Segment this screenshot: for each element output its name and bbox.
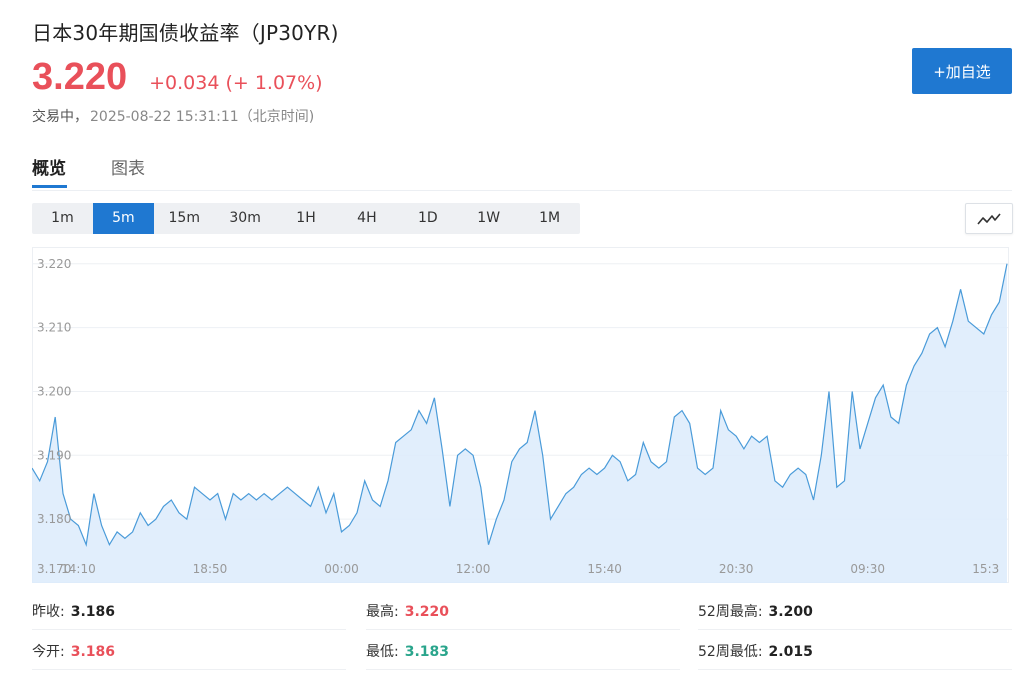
status-label: 交易中， — [32, 109, 88, 125]
stat-value: 2.015 — [768, 644, 813, 660]
interval-4h[interactable]: 4H — [336, 203, 397, 234]
stat-label: 52周最高: — [698, 604, 763, 620]
stat-open: 今开: 3.186 — [32, 641, 115, 661]
price-chart[interactable]: 3.220 3.210 3.200 3.190 3.180 3.170 14:10 18:5… — [32, 247, 1012, 583]
stat-high: 最高: 3.220 — [366, 601, 449, 621]
stat-label: 昨收: — [32, 604, 65, 620]
x-tick-label: 15:40 — [587, 562, 622, 576]
interval-selector: 1m 5m 15m 30m 1H 4H 1D 1W 1M — [32, 203, 580, 234]
interval-1h[interactable]: 1H — [276, 203, 337, 234]
x-tick-label: 14:10 — [61, 562, 96, 576]
price-chart-svg: 3.2203.2103.2003.1903.1803.170 14:10 18:5… — [32, 247, 1009, 583]
y-tick-label: 3.210 — [37, 321, 71, 335]
interval-1mo[interactable]: 1M — [519, 203, 580, 234]
x-tick-label: 20:30 — [719, 562, 754, 576]
instrument-title: 日本30年期国债收益率（JP30YR) — [32, 21, 339, 45]
interval-1d[interactable]: 1D — [397, 203, 458, 234]
stat-low: 最低: 3.183 — [366, 641, 449, 661]
active-tab-indicator — [32, 185, 67, 188]
tab-chart[interactable]: 图表 — [111, 154, 145, 179]
x-tick-label: 00:00 — [324, 562, 359, 576]
chart-type-button[interactable] — [965, 203, 1013, 234]
stat-value: 3.200 — [768, 604, 813, 620]
quote-row: 3.220 +0.034 (+ 1.07%) — [32, 56, 323, 100]
x-tick-label: 12:00 — [456, 562, 491, 576]
stat-label: 最高: — [366, 604, 399, 620]
stat-prev-close: 昨收: 3.186 — [32, 601, 115, 621]
quote-timestamp: 2025-08-22 15:31:11（北京时间) — [90, 109, 315, 125]
stat-value: 3.183 — [404, 644, 450, 660]
line-chart-icon — [977, 212, 1001, 225]
x-tick-label: 09:30 — [850, 562, 885, 576]
interval-15m[interactable]: 15m — [154, 203, 215, 234]
interval-5m[interactable]: 5m — [92, 203, 154, 234]
y-tick-label: 3.200 — [37, 384, 71, 398]
x-tick-label: 18:50 — [193, 562, 228, 576]
tab-overview[interactable]: 概览 — [32, 154, 66, 179]
trading-status: 交易中， 2025-08-22 15:31:11（北京时间) — [32, 106, 314, 126]
stat-value: 3.186 — [70, 644, 116, 660]
interval-1w[interactable]: 1W — [458, 203, 519, 234]
add-to-watchlist-button[interactable]: +加自选 — [912, 48, 1012, 94]
x-tick-label: 15:3 — [972, 562, 999, 576]
stat-label: 52周最低: — [698, 644, 763, 660]
tab-bar: 概览 图表 — [32, 140, 1012, 191]
stats-divider — [698, 629, 1012, 630]
stats-divider — [32, 629, 346, 630]
interval-30m[interactable]: 30m — [215, 203, 276, 234]
stat-label: 最低: — [366, 644, 399, 660]
stat-value: 3.220 — [404, 604, 450, 620]
stat-52w-low: 52周最低: 2.015 — [698, 641, 813, 661]
y-tick-label: 3.190 — [37, 448, 71, 462]
stat-label: 今开: — [32, 644, 65, 660]
y-tick-label: 3.180 — [37, 512, 71, 526]
interval-1m[interactable]: 1m — [32, 203, 93, 234]
price-change: +0.034 (+ 1.07%) — [149, 72, 323, 94]
stats-divider — [32, 669, 346, 670]
stats-divider — [366, 629, 680, 630]
stat-value: 3.186 — [70, 604, 116, 620]
y-tick-label: 3.220 — [37, 257, 71, 271]
stat-52w-high: 52周最高: 3.200 — [698, 601, 813, 621]
last-price: 3.220 — [32, 56, 128, 98]
stats-divider — [366, 669, 680, 670]
stats-divider — [698, 669, 1012, 670]
